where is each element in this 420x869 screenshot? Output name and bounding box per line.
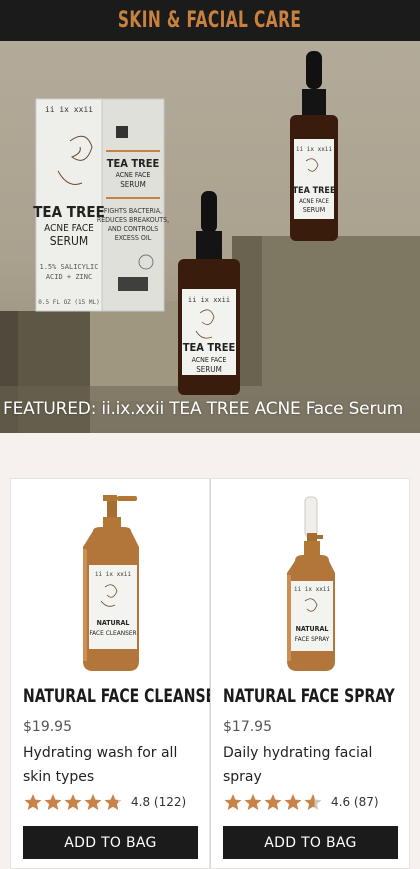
svg-text:SERUM: SERUM	[50, 234, 88, 248]
svg-text:EXCESS OIL: EXCESS OIL	[115, 234, 152, 242]
product-description: Daily hydrating facial spray	[223, 745, 373, 785]
product-price: $19.95	[23, 719, 72, 735]
svg-text:ACID + ZINC: ACID + ZINC	[46, 273, 92, 281]
product-card[interactable]: ii ix xxii NATURAL FACE CLEANSER NATURAL…	[10, 478, 226, 869]
svg-text:ii ix xxii: ii ix xxii	[45, 105, 93, 114]
star-icon	[84, 794, 102, 810]
svg-text:TEA TREE: TEA TREE	[107, 157, 160, 170]
add-to-bag-button[interactable]: ADD TO BAG	[223, 826, 398, 859]
svg-text:NATURAL: NATURAL	[97, 619, 130, 627]
product-price: $17.95	[223, 719, 272, 735]
svg-text:AND CONTROLS: AND CONTROLS	[108, 225, 159, 233]
page-title: SKIN & FACIAL CARE	[118, 8, 302, 33]
star-icon	[304, 794, 322, 810]
star-icon	[284, 794, 302, 810]
svg-text:ii ix xxii: ii ix xxii	[188, 296, 230, 304]
svg-text:ACNE FACE: ACNE FACE	[44, 223, 94, 234]
serum-bottle-front: ii ix xxii TEA TREE ACNE FACE SERUM	[178, 191, 240, 395]
product-image-cleanser[interactable]: ii ix xxii NATURAL FACE CLEANSER	[11, 489, 211, 674]
svg-text:FACE CLEANSER: FACE CLEANSER	[89, 629, 136, 637]
svg-text:ii ix xxii: ii ix xxii	[294, 586, 331, 593]
svg-text:REDUCES BREAKOUTS,: REDUCES BREAKOUTS,	[97, 216, 169, 224]
add-to-bag-button[interactable]: ADD TO BAG	[23, 826, 198, 859]
star-icon	[244, 794, 262, 810]
product-image-spray[interactable]: ii ix xxii NATURAL FACE SPRAY	[211, 489, 411, 674]
svg-text:TEA TREE: TEA TREE	[293, 186, 336, 196]
product-name[interactable]: NATURAL FACE SPRAY	[223, 685, 395, 707]
top-bar: SKIN & FACIAL CARE	[0, 0, 420, 41]
rating-stars	[23, 793, 123, 811]
svg-text:ACNE FACE: ACNE FACE	[116, 171, 151, 179]
svg-text:0.5 FL OZ (15 ML): 0.5 FL OZ (15 ML)	[38, 299, 99, 306]
svg-text:ii ix xxii: ii ix xxii	[296, 146, 333, 153]
svg-text:TEA TREE: TEA TREE	[183, 341, 236, 354]
product-card[interactable]: ii ix xxii NATURAL FACE SPRAY NATURAL FA…	[210, 478, 410, 869]
rating-count: 4.8 (122)	[131, 795, 187, 809]
featured-caption[interactable]: FEATURED: ii.ix.xxii TEA TREE ACNE Face …	[3, 399, 403, 419]
product-rating: 4.8 (122)	[23, 793, 186, 811]
star-icon	[44, 794, 62, 810]
hero-product-photo: ii ix xxii TEA TREE ACNE FACE SERUM 1.5%…	[0, 51, 420, 433]
svg-text:TEA TREE: TEA TREE	[33, 203, 105, 221]
svg-text:NATURAL: NATURAL	[296, 625, 329, 633]
serum-bottle-back: ii ix xxii TEA TREE ACNE FACE SERUM	[290, 51, 338, 241]
svg-text:1.5% SALICYLIC: 1.5% SALICYLIC	[39, 263, 98, 271]
product-name[interactable]: NATURAL FACE CLEANSER	[23, 685, 226, 707]
svg-text:FIGHTS BACTERIA,: FIGHTS BACTERIA,	[104, 207, 162, 215]
svg-text:ACNE FACE: ACNE FACE	[299, 198, 329, 205]
star-icon	[104, 794, 122, 810]
svg-text:ACNE FACE: ACNE FACE	[192, 356, 227, 364]
star-icon	[264, 794, 282, 810]
product-description: Hydrating wash for all skin types	[23, 745, 178, 785]
featured-hero[interactable]: ii ix xxii TEA TREE ACNE FACE SERUM 1.5%…	[0, 41, 420, 433]
serum-box: ii ix xxii TEA TREE ACNE FACE SERUM 1.5%…	[33, 98, 169, 312]
star-icon	[24, 794, 42, 810]
rating-count: 4.6 (87)	[331, 795, 379, 809]
product-rating: 4.6 (87)	[223, 793, 379, 811]
star-icon	[64, 794, 82, 810]
svg-text:SERUM: SERUM	[196, 365, 222, 374]
svg-text:ii ix xxii: ii ix xxii	[95, 571, 132, 578]
rating-stars	[223, 793, 323, 811]
svg-text:SERUM: SERUM	[303, 206, 325, 214]
product-grid: ii ix xxii NATURAL FACE CLEANSER NATURAL…	[10, 478, 410, 869]
star-icon	[224, 794, 242, 810]
svg-text:FACE SPRAY: FACE SPRAY	[295, 635, 330, 643]
svg-text:SERUM: SERUM	[120, 180, 146, 189]
